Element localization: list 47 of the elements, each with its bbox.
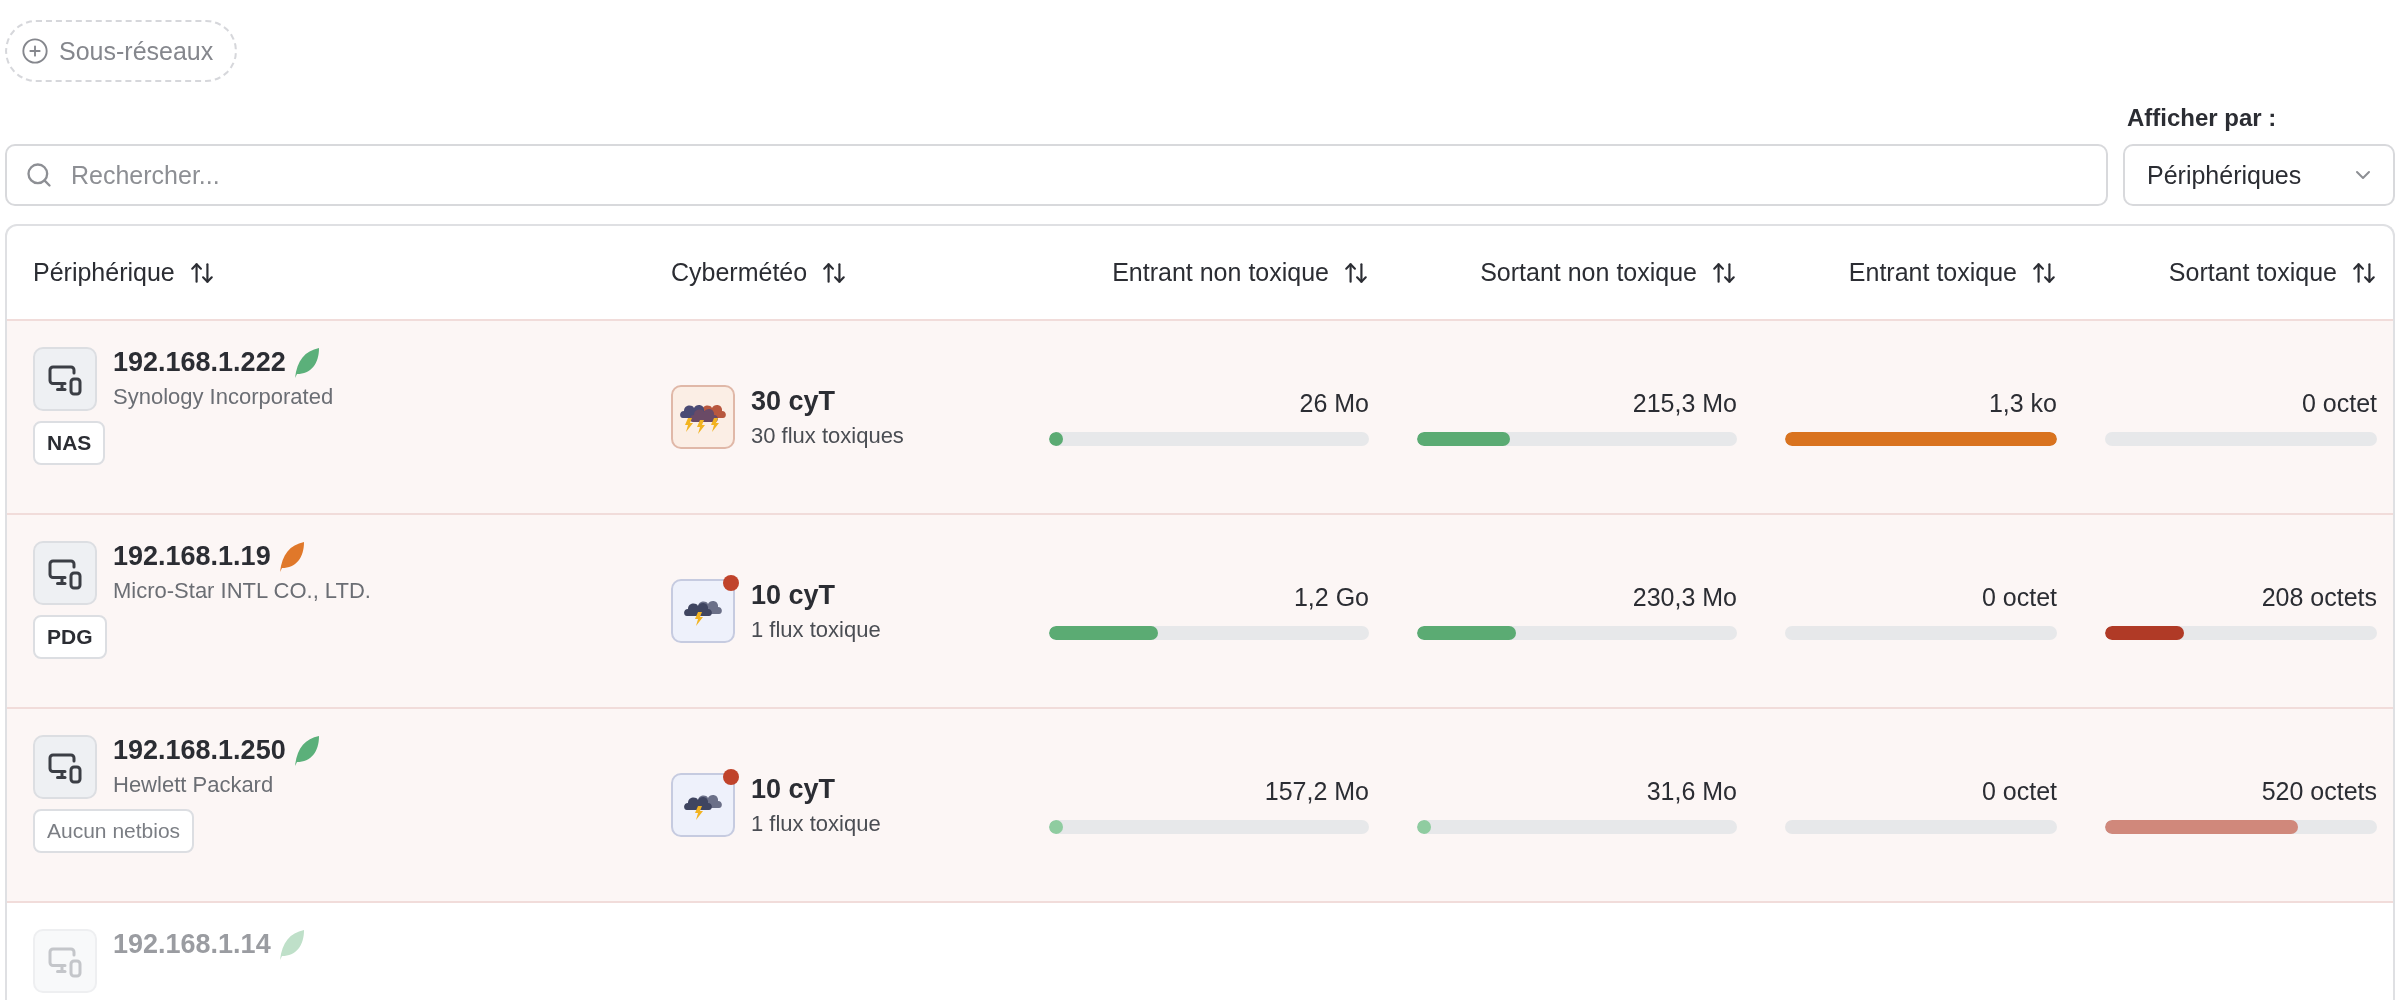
toxic-flows: 1 flux toxique xyxy=(751,616,881,643)
add-icon xyxy=(21,37,49,65)
column-header[interactable]: Entrant non toxique xyxy=(1049,258,1369,287)
traffic-value: 230,3 Mo xyxy=(1632,582,1737,612)
device-tag: NAS xyxy=(33,421,106,465)
traffic-value: 0 octet xyxy=(1981,776,2057,806)
column-header[interactable]: Sortant non toxique xyxy=(1417,258,1737,287)
toxic-flows: 1 flux toxique xyxy=(751,810,881,837)
column-header[interactable]: Cybermétéo xyxy=(671,258,1001,287)
device-vendor: Micro-Star INTL CO., LTD. xyxy=(113,578,372,604)
traffic-value: 208 octets xyxy=(2261,582,2377,612)
device-icon xyxy=(33,929,97,993)
column-header[interactable]: Entrant toxique xyxy=(1785,258,2057,287)
device-ip: 192.168.1.250 xyxy=(113,735,286,766)
device-icon xyxy=(33,541,97,605)
traffic-value: 0 octet xyxy=(1981,582,2057,612)
traffic-value: 26 Mo xyxy=(1299,388,1369,418)
toxic-flows: 30 flux toxiques xyxy=(751,422,904,449)
view-by-select[interactable]: Périphériques xyxy=(2123,144,2395,206)
device-icon xyxy=(33,735,97,799)
device-row[interactable]: 192.168.1.19 Micro-Star INTL CO., LTD. PDG 10 cyT 1 flux toxique 1,2 Go 230,3 Mo 0 octet 208 octets xyxy=(7,515,2393,709)
device-tag: PDG xyxy=(33,615,107,659)
device-ip: 192.168.1.19 xyxy=(113,541,271,572)
cyt-score: 30 cyT xyxy=(751,385,837,417)
traffic-value: 0 octet xyxy=(2301,388,2377,418)
traffic-value: 1,3 ko xyxy=(1988,388,2057,418)
column-header[interactable]: Sortant toxique xyxy=(2105,258,2377,287)
device-vendor: Hewlett Packard xyxy=(113,772,275,798)
search-icon xyxy=(25,161,53,189)
cyt-score: 10 cyT xyxy=(751,579,837,611)
device-ip: 192.168.1.14 xyxy=(113,929,271,960)
search-field[interactable]: Rechercher... xyxy=(5,144,2108,206)
view-by-label: Afficher par : xyxy=(2126,104,2278,132)
traffic-value: 1,2 Go xyxy=(1293,582,1369,612)
column-header[interactable]: Périphérique xyxy=(33,258,623,287)
cyt-score: 10 cyT xyxy=(751,773,837,805)
traffic-value: 31,6 Mo xyxy=(1646,776,1737,806)
device-icon xyxy=(33,347,97,411)
device-ip: 192.168.1.222 xyxy=(113,347,286,378)
traffic-value: 157,2 Mo xyxy=(1264,776,1369,806)
device-vendor: Synology Incorporated xyxy=(113,384,335,410)
device-row[interactable]: 192.168.1.222 Synology Incorporated NAS 30 cyT 30 flux toxiques 26 Mo 215,3 Mo 1,3 ko 0 octet xyxy=(7,321,2393,515)
device-row[interactable]: 192.168.1.250 Hewlett Packard Aucun netbios 10 cyT 1 flux toxique 157,2 Mo 31,6 Mo 0 octet 520 octets xyxy=(7,709,2393,903)
device-tag: Aucun netbios xyxy=(33,809,195,853)
traffic-value: 520 octets xyxy=(2261,776,2377,806)
subnets-button[interactable]: Sous-réseaux xyxy=(5,20,238,82)
traffic-value: 215,3 Mo xyxy=(1632,388,1737,418)
